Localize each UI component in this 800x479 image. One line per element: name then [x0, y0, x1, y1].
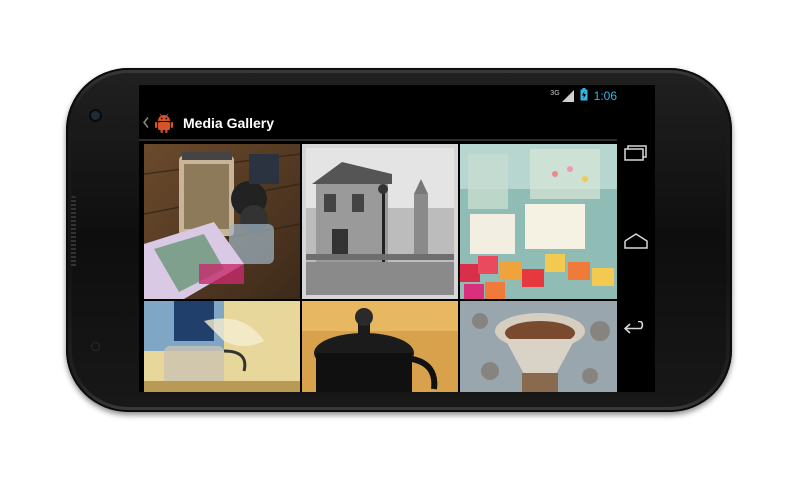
- signal-icon: 3G: [550, 90, 574, 102]
- action-bar: Media Gallery: [139, 107, 617, 141]
- home-icon[interactable]: [623, 231, 649, 251]
- gallery-item-press-lid[interactable]: [302, 301, 458, 392]
- battery-icon: [580, 88, 588, 104]
- front-camera: [91, 111, 100, 120]
- status-icons: 3G 1:06: [550, 88, 617, 104]
- gallery-item-candies[interactable]: [460, 144, 617, 299]
- gallery-item-victorian-house[interactable]: [302, 144, 458, 299]
- recent-apps-icon[interactable]: [623, 143, 649, 163]
- page-title: Media Gallery: [183, 115, 275, 131]
- status-time: 1:06: [593, 89, 617, 103]
- gallery-grid: [144, 144, 617, 392]
- device-screen: 3G 1:06 Media Gallery: [139, 85, 655, 392]
- gallery-item-pour-over[interactable]: [460, 301, 617, 392]
- speaker-grille: [71, 196, 76, 268]
- android-robot-icon[interactable]: [153, 112, 175, 134]
- notification-led: [92, 343, 99, 350]
- back-icon[interactable]: [623, 319, 649, 339]
- status-bar: 3G 1:06: [139, 85, 655, 107]
- navigation-bar: [617, 107, 655, 392]
- gallery-item-kettle[interactable]: [144, 301, 300, 392]
- chevron-left-icon[interactable]: [143, 116, 151, 131]
- gallery-item-coffee-press[interactable]: [144, 144, 300, 299]
